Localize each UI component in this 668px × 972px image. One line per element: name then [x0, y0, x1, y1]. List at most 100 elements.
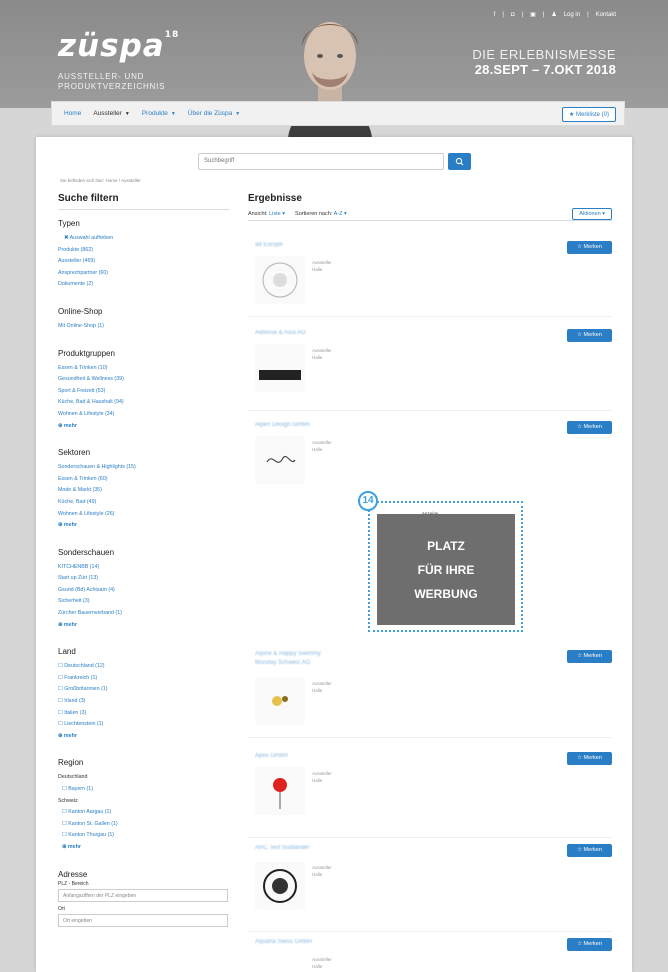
- sort-selector[interactable]: Sortieren nach: A-Z ▾: [295, 211, 347, 217]
- callout-number-badge: 14: [358, 491, 378, 511]
- filter-link[interactable]: Start up Züri (13): [58, 573, 230, 585]
- nav-produkte[interactable]: Produkte ▼: [142, 110, 176, 117]
- filter-reset[interactable]: ✖ Auswahl aufheben: [58, 233, 230, 245]
- filter-link[interactable]: Essen & Trinken (60): [58, 474, 230, 486]
- filter-label: Bayern (1): [68, 786, 93, 792]
- subtitle-line-1: AUSSTELLER- UND: [58, 72, 145, 81]
- result-card: ad Europe ☆ Merken Aussteller Halle: [248, 241, 612, 317]
- view-selector[interactable]: Ansicht: Liste ▾: [248, 211, 285, 217]
- filter-link[interactable]: Mit Online-Shop (1): [58, 321, 230, 333]
- exhibitor-logo[interactable]: [255, 767, 305, 815]
- exhibitor-name[interactable]: ad Europe: [255, 241, 335, 250]
- login-link[interactable]: Log in: [564, 12, 580, 18]
- merken-button[interactable]: ☆ Merken: [567, 938, 612, 951]
- exhibitor-name[interactable]: Apex GmbH: [255, 752, 335, 761]
- filter-link[interactable]: Dokumente (2): [58, 279, 230, 291]
- group-heading: Region: [58, 758, 84, 768]
- merken-button[interactable]: ☆ Merken: [567, 329, 612, 342]
- facebook-icon[interactable]: f: [494, 12, 496, 18]
- merken-button[interactable]: ☆ Merken: [567, 421, 612, 434]
- nav-produkte-label: Produkte: [141, 110, 168, 117]
- checkbox-filter[interactable]: ☐ Frankreich (1): [58, 673, 230, 685]
- exhibitor-name[interactable]: Alpen Design GmbH: [255, 421, 335, 430]
- contact-link[interactable]: Kontakt: [596, 12, 616, 18]
- share-icon[interactable]: ▣: [530, 11, 536, 18]
- checkbox-filter[interactable]: ☐ Kanton St. Gallen (1): [58, 819, 230, 831]
- filter-link[interactable]: Sonderschauen & Highlights (15): [58, 462, 230, 474]
- search-button[interactable]: [448, 153, 471, 170]
- checkbox-filter[interactable]: ☐ Irland (3): [58, 696, 230, 708]
- filter-link[interactable]: Gsund (Bd) Achtsam (4): [58, 585, 230, 597]
- filter-link[interactable]: Gesundheit & Wellness (39): [58, 374, 230, 386]
- exhibitor-logo[interactable]: [255, 344, 305, 392]
- result-card: ARC Test Südländer ☆ Merken Aussteller H…: [248, 844, 612, 932]
- checkbox-filter[interactable]: ☐ Großbritannien (1): [58, 684, 230, 696]
- more-link[interactable]: ⊕ mehr: [58, 731, 230, 743]
- exhibitor-name[interactable]: Alpine & Happy Swimmy Monday Schweiz AG: [255, 650, 335, 668]
- ort-input[interactable]: Ort eingeben: [58, 913, 228, 927]
- filter-link[interactable]: Sport & Freizeit (53): [58, 386, 230, 398]
- search-input[interactable]: Suchbegriff: [198, 153, 444, 170]
- more-link[interactable]: ⊕ mehr: [58, 520, 230, 532]
- main-content: Suchbegriff Sie befinden sich hier: Home…: [36, 137, 632, 972]
- instagram-icon[interactable]: ◘: [511, 12, 515, 18]
- exhibitor-name[interactable]: ARC Test Südländer: [255, 844, 335, 853]
- filter-label: Deutschland (12): [64, 663, 105, 670]
- more-link[interactable]: ⊕ mehr: [58, 620, 230, 632]
- merken-button[interactable]: ☆ Merken: [567, 650, 612, 663]
- filter-link[interactable]: Küche, Bad & Haushalt (94): [58, 397, 230, 409]
- filter-link[interactable]: Küche, Bad (49): [58, 497, 230, 509]
- filter-link[interactable]: Mode & Markt (35): [58, 485, 230, 497]
- nav-aussteller[interactable]: Aussteller ▼: [93, 110, 130, 117]
- merken-button[interactable]: ☆ Merken: [567, 844, 612, 857]
- more-link[interactable]: ⊕ mehr: [58, 842, 230, 854]
- bee-logo-icon: [272, 696, 288, 706]
- checkbox-filter[interactable]: ☐ Italien (3): [58, 708, 230, 720]
- region-country: Deutschland: [58, 774, 88, 781]
- exhibitor-info: Aussteller Halle: [312, 865, 332, 877]
- merken-button[interactable]: ☆ Merken: [567, 752, 612, 765]
- exhibitor-name[interactable]: Adresse & Asia AG: [255, 329, 335, 338]
- filter-link[interactable]: Sicherheit (3): [58, 596, 230, 608]
- nav-home[interactable]: Home: [64, 110, 81, 117]
- exhibitor-logo[interactable]: [255, 677, 305, 725]
- chevron-down-icon: ▼: [124, 111, 130, 117]
- chevron-down-icon: ▾: [343, 210, 347, 217]
- merken-button[interactable]: ☆ Merken: [567, 241, 612, 254]
- filter-link[interactable]: Wohnen & Lifestyle (26): [58, 509, 230, 521]
- nav-aussteller-label: Aussteller: [93, 110, 122, 117]
- header-banner: züspa18 AUSSTELLER- UND PRODUKTVERZEICHN…: [0, 0, 668, 138]
- more-label: mehr: [67, 843, 81, 850]
- filter-link[interactable]: Wohnen & Lifestyle (34): [58, 409, 230, 421]
- exhibitor-info: Aussteller Halle: [312, 348, 332, 360]
- checkbox-filter[interactable]: ☐ Liechtenstein (1): [58, 719, 230, 731]
- merkliste-button[interactable]: ★ Merkliste (0): [561, 107, 616, 122]
- group-heading: Land: [58, 647, 76, 657]
- exhibitor-logo[interactable]: [255, 256, 305, 304]
- filter-link[interactable]: KITCHENBB (14): [58, 562, 230, 574]
- ad-banner[interactable]: PLATZ FÜR IHRE WERBUNG: [377, 514, 515, 625]
- checkbox-filter[interactable]: ☐ Bayern (1): [58, 784, 230, 796]
- header-subtitle: AUSSTELLER- UND PRODUKTVERZEICHNIS: [58, 72, 165, 92]
- exhibitor-info: Aussteller Halle: [312, 440, 332, 452]
- chevron-down-icon: ▾: [282, 210, 286, 217]
- exhibitor-logo[interactable]: [255, 862, 305, 910]
- filter-link[interactable]: Essen & Trinken (10): [58, 363, 230, 375]
- filter-group-region: Region Deutschland ☐ Bayern (1) Schweiz …: [58, 758, 230, 853]
- filter-link[interactable]: Zürcher Bauernverband (1): [58, 608, 230, 620]
- plz-input[interactable]: Anfangsziffern der PLZ eingeben: [58, 888, 228, 902]
- actions-dropdown[interactable]: Aktionen ▾: [572, 208, 612, 220]
- filter-link[interactable]: Produkte (862): [58, 245, 230, 257]
- checkbox-filter[interactable]: ☐ Kanton Thurgau (1): [58, 830, 230, 842]
- results-title: Ergebnisse: [248, 193, 302, 204]
- checkbox-filter[interactable]: ☐ Deutschland (12): [58, 661, 230, 673]
- filter-link[interactable]: Aussteller (469): [58, 256, 230, 268]
- ad-slot[interactable]: PLATZ FÜR IHRE WERBUNG: [368, 501, 523, 632]
- checkbox-filter[interactable]: ☐ Kanton Aargau (1): [58, 807, 230, 819]
- filter-link[interactable]: Ansprechpartner (60): [58, 268, 230, 280]
- exhibitor-name[interactable]: Aquaria Swiss GmbH: [255, 938, 335, 947]
- nav-ueber[interactable]: Über die Züspa ▼: [188, 110, 240, 117]
- zuspa-logo[interactable]: züspa18: [58, 28, 179, 64]
- more-link[interactable]: ⊕ mehr: [58, 421, 230, 433]
- exhibitor-logo[interactable]: [255, 436, 305, 484]
